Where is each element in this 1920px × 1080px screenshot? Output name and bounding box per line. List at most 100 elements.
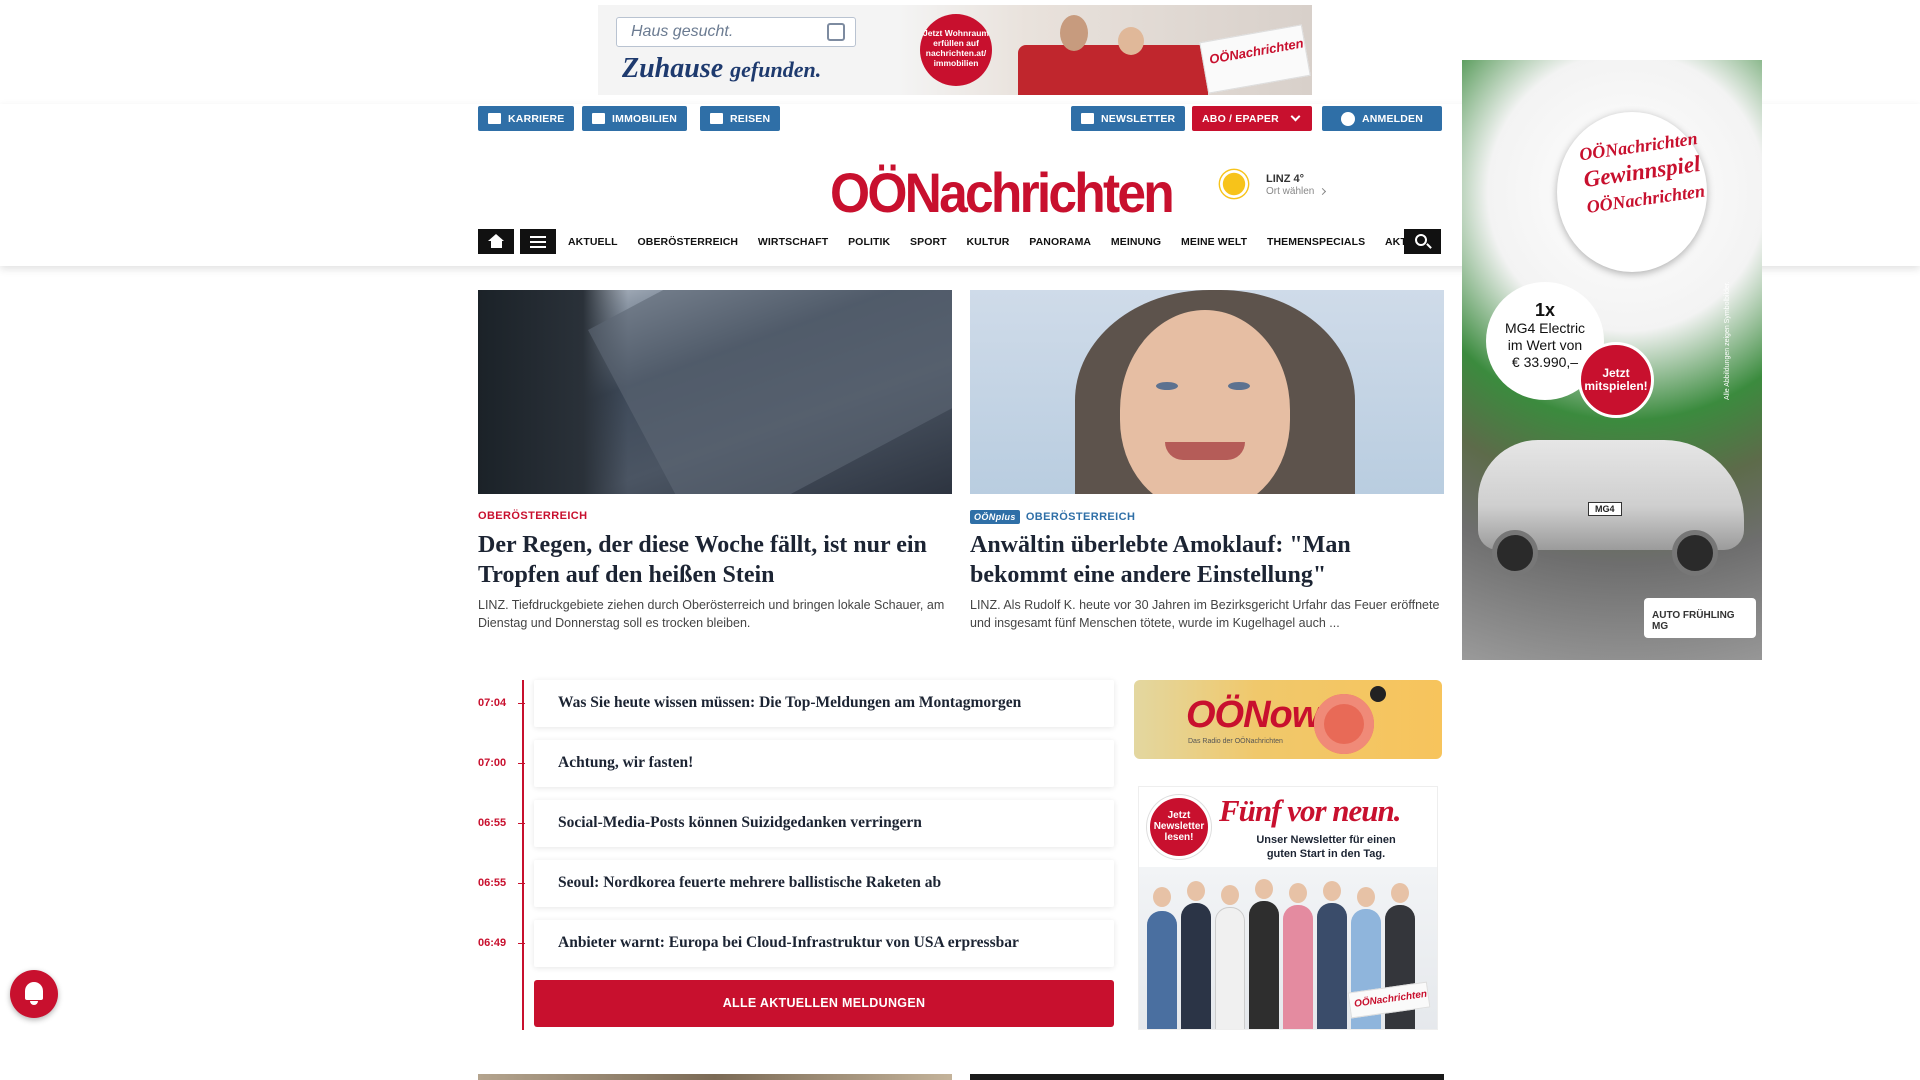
story-teaser[interactable]: LINZ. Als Rudolf K. heute vor 30 Jahren … (970, 596, 1444, 632)
skyscraper-ad[interactable]: OÖNachrichten Gewinnspiel OÖNachrichten … (1462, 60, 1762, 660)
weather-location-select[interactable]: Ort wählen (1266, 186, 1327, 197)
news-time: 06:49 (478, 937, 507, 949)
hamburger-icon (530, 245, 546, 248)
home-icon-body (490, 241, 502, 248)
ad-sofa-image (1018, 45, 1208, 95)
ad-slogan: Zuhause gefunden. (622, 53, 821, 85)
image-eye (1156, 382, 1178, 390)
story-kicker[interactable]: OBERÖSTERREICH (478, 510, 588, 522)
top-banner-ad[interactable]: Haus gesucht. Zuhause gefunden. Jetzt Wo… (598, 5, 1312, 95)
building-icon (592, 113, 605, 124)
newsletter-cta-badge[interactable]: Jetzt Newsletter lesen! (1147, 795, 1211, 859)
record-icon (1314, 694, 1374, 754)
person-head (1323, 881, 1341, 901)
person-figure (1283, 905, 1313, 1029)
abo-epaper-button[interactable]: ABO / EPAPER (1192, 106, 1312, 131)
ad-car-wheel (1492, 530, 1538, 576)
oenow-teaser[interactable]: OÖNow Das Radio der OÖNachrichten (1134, 680, 1442, 759)
story-headline[interactable]: Der Regen, der diese Woche fällt, ist nu… (478, 530, 952, 590)
person-figure (1317, 903, 1347, 1029)
hamburger-icon (530, 235, 546, 238)
nav-item-politik[interactable]: POLITIK (848, 236, 890, 248)
newsletter-subtitle: Unser Newsletter für einen guten Start i… (1256, 834, 1396, 860)
nav-item-aktuell[interactable]: AKTUELL (568, 236, 618, 248)
person-figure (1181, 903, 1211, 1029)
story-image-portrait[interactable] (970, 290, 1444, 494)
plus-badge: OÖNplus (970, 510, 1020, 524)
news-item[interactable]: Achtung, wir fasten! (534, 740, 1114, 787)
image-mouth (1165, 442, 1245, 460)
karriere-button[interactable]: KARRIERE (478, 106, 575, 131)
sun-icon[interactable] (1222, 172, 1246, 196)
person-head (1357, 887, 1375, 907)
person-head (1255, 879, 1273, 899)
plane-icon (710, 113, 723, 124)
ad-car-wheel (1672, 530, 1718, 576)
timeline-line (522, 680, 524, 1030)
bell-icon-clapper (30, 1001, 38, 1005)
menu-button[interactable] (520, 229, 556, 254)
person-head (1221, 885, 1239, 905)
turntable-needle-icon (1370, 686, 1386, 702)
timeline-tick (518, 703, 525, 704)
next-story-image[interactable] (970, 1074, 1444, 1080)
ad-person-image (1060, 15, 1088, 51)
ad-cta-button[interactable]: Jetzt mitspielen! (1578, 342, 1654, 418)
user-icon (1340, 111, 1355, 126)
search-button[interactable] (1404, 229, 1441, 254)
immobilien-button[interactable]: IMMOBILIEN (582, 106, 687, 131)
karriere-label: KARRIERE (508, 112, 565, 125)
newsletter-label: NEWSLETTER (1101, 112, 1176, 125)
next-story-image[interactable] (478, 1074, 952, 1080)
home-button[interactable] (478, 229, 514, 254)
story-kicker[interactable]: OÖNplus OBERÖSTERREICH (970, 510, 1135, 524)
weather-city[interactable]: LINZ 4° (1266, 173, 1304, 185)
all-news-button[interactable]: ALLE AKTUELLEN MELDUNGEN (534, 980, 1114, 1027)
reisen-button[interactable]: REISEN (700, 106, 781, 131)
newsletter-teaser[interactable]: Jetzt Newsletter lesen! Fünf vor neun. U… (1138, 786, 1438, 1030)
news-item[interactable]: Seoul: Nordkorea feuerte mehrere ballist… (534, 860, 1114, 907)
nav-item-kultur[interactable]: KULTUR (966, 236, 1009, 248)
ad-badge: Jetzt Wohnraum erfüllen auf nachrichten.… (920, 14, 992, 86)
nav-item-sport[interactable]: SPORT (910, 236, 947, 248)
story-teaser[interactable]: LINZ. Tiefdruckgebiete ziehen durch Ober… (478, 596, 952, 632)
story-image-fire[interactable] (478, 290, 952, 494)
nav-item-meinung[interactable]: MEINUNG (1111, 236, 1161, 248)
newsletter-team-photo: OÖNachrichten (1139, 867, 1437, 1029)
news-item[interactable]: Was Sie heute wissen müssen: Die Top-Mel… (534, 680, 1114, 727)
news-item[interactable]: Social-Media-Posts können Suizidgedanken… (534, 800, 1114, 847)
person-head (1187, 881, 1205, 901)
ad-disclaimer: Alle Abbildungen zeigen Symbolbilder. (1724, 281, 1731, 400)
immobilien-label: IMMOBILIEN (612, 112, 677, 125)
news-time: 07:04 (478, 697, 507, 709)
image-face (1120, 310, 1290, 494)
person-head (1391, 883, 1409, 903)
ad-search-text: Haus gesucht. (631, 23, 734, 40)
image-eye (1228, 382, 1250, 390)
nav-item-wirtschaft[interactable]: WIRTSCHAFT (758, 236, 828, 248)
login-button[interactable]: ANMELDEN (1322, 106, 1442, 131)
news-item[interactable]: Anbieter warnt: Europa bei Cloud-Infrast… (534, 920, 1114, 967)
chevron-right-icon (1319, 187, 1327, 196)
person-figure (1249, 901, 1279, 1029)
story-headline[interactable]: Anwältin überlebte Amoklauf: "Man bekomm… (970, 530, 1444, 590)
ad-sponsor-logos: AUTO FRÜHLING MG (1644, 598, 1756, 638)
ad-prize-line2: im Wert von (1507, 337, 1583, 353)
nav-item-panorama[interactable]: PANORAMA (1029, 236, 1091, 248)
hamburger-icon (530, 240, 546, 243)
nav-item-themenspecials[interactable]: THEMENSPECIALS (1267, 236, 1365, 248)
chevron-down-icon (1290, 111, 1301, 122)
news-time: 06:55 (478, 817, 507, 829)
timeline-tick (518, 883, 525, 884)
ad-prize-count: 1x (1534, 300, 1556, 320)
ad-car-plate: MG4 (1588, 502, 1622, 516)
notification-bell-button[interactable] (10, 970, 58, 1018)
person-figure (1147, 911, 1177, 1029)
newsletter-button[interactable]: NEWSLETTER (1071, 106, 1186, 131)
abo-epaper-label: ABO / EPAPER (1202, 112, 1279, 125)
bell-icon (25, 982, 43, 1000)
house-icon (827, 23, 845, 41)
nav-item-oberoesterreich[interactable]: OBERÖSTERREICH (638, 236, 739, 248)
nav-item-meine-welt[interactable]: MEINE WELT (1181, 236, 1247, 248)
site-logo[interactable]: OÖNachrichten (830, 160, 1175, 225)
